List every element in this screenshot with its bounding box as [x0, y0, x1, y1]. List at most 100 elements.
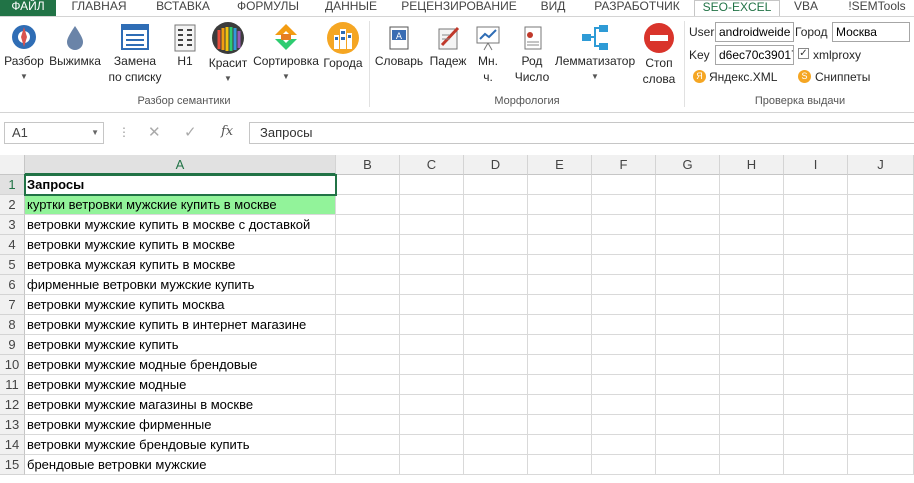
- goroda-button[interactable]: Города: [320, 21, 366, 71]
- empty-cell[interactable]: [720, 295, 784, 315]
- cancel-icon[interactable]: ✕: [148, 123, 161, 141]
- column-header[interactable]: B: [336, 155, 400, 175]
- empty-cell[interactable]: [848, 215, 914, 235]
- empty-cell[interactable]: [656, 275, 720, 295]
- empty-cell[interactable]: [720, 195, 784, 215]
- empty-cell[interactable]: [400, 195, 464, 215]
- empty-cell[interactable]: [400, 355, 464, 375]
- empty-cell[interactable]: [400, 395, 464, 415]
- empty-cell[interactable]: [656, 355, 720, 375]
- empty-cell[interactable]: [528, 215, 592, 235]
- empty-cell[interactable]: [464, 195, 528, 215]
- xmlproxy-checkbox[interactable]: ✓: [798, 48, 809, 59]
- snippets-button[interactable]: Сниппеты: [815, 70, 870, 84]
- empty-cell[interactable]: [848, 435, 914, 455]
- empty-cell[interactable]: [720, 435, 784, 455]
- empty-cell[interactable]: [336, 275, 400, 295]
- row-header[interactable]: 3: [0, 215, 25, 235]
- empty-cell[interactable]: [848, 375, 914, 395]
- tab-developer[interactable]: РАЗРАБОТЧИК: [588, 0, 686, 16]
- empty-cell[interactable]: [528, 255, 592, 275]
- stop-slova-button[interactable]: Стоп слова: [638, 21, 680, 87]
- row-header[interactable]: 15: [0, 455, 25, 475]
- empty-cell[interactable]: [336, 395, 400, 415]
- empty-cell[interactable]: [528, 435, 592, 455]
- empty-cell[interactable]: [784, 435, 848, 455]
- row-header[interactable]: 6: [0, 275, 25, 295]
- empty-cell[interactable]: [336, 435, 400, 455]
- empty-cell[interactable]: [464, 415, 528, 435]
- cell-query[interactable]: ветровки мужские купить в москве: [25, 235, 336, 255]
- empty-cell[interactable]: [656, 295, 720, 315]
- empty-cell[interactable]: [784, 235, 848, 255]
- krasit-button[interactable]: Красит ▼: [205, 21, 251, 87]
- empty-cell[interactable]: [400, 235, 464, 255]
- column-header[interactable]: E: [528, 155, 592, 175]
- empty-cell[interactable]: [656, 195, 720, 215]
- chevron-down-icon[interactable]: ▼: [91, 123, 99, 143]
- empty-cell[interactable]: [848, 255, 914, 275]
- slovar-button[interactable]: A Словарь: [372, 21, 426, 69]
- cell-query[interactable]: куртки ветровки мужские купить в москве: [25, 195, 336, 215]
- empty-cell[interactable]: [528, 275, 592, 295]
- key-input[interactable]: d6ec70c39017: [715, 45, 794, 65]
- column-header[interactable]: D: [464, 155, 528, 175]
- empty-cell[interactable]: [848, 335, 914, 355]
- column-header[interactable]: H: [720, 155, 784, 175]
- column-header[interactable]: F: [592, 155, 656, 175]
- empty-cell[interactable]: [400, 455, 464, 475]
- formula-input[interactable]: Запросы: [249, 122, 914, 144]
- zamena-button[interactable]: Замена по списку: [104, 21, 166, 85]
- empty-cell[interactable]: [848, 195, 914, 215]
- empty-cell[interactable]: [528, 455, 592, 475]
- empty-cell[interactable]: [592, 375, 656, 395]
- city-input[interactable]: Москва: [832, 22, 910, 42]
- empty-cell[interactable]: [336, 335, 400, 355]
- empty-cell[interactable]: [656, 335, 720, 355]
- cell-query[interactable]: ветровки мужские модные: [25, 375, 336, 395]
- empty-cell[interactable]: [592, 415, 656, 435]
- empty-cell[interactable]: [528, 235, 592, 255]
- mnch-button[interactable]: Мн. ч.: [472, 21, 504, 85]
- empty-cell[interactable]: [336, 455, 400, 475]
- h1-button[interactable]: H1: [168, 21, 202, 69]
- empty-cell[interactable]: [720, 215, 784, 235]
- row-header[interactable]: 13: [0, 415, 25, 435]
- tab-formulas[interactable]: ФОРМУЛЫ: [231, 0, 305, 16]
- empty-cell[interactable]: [592, 215, 656, 235]
- tab-insert[interactable]: ВСТАВКА: [150, 0, 216, 16]
- row-header[interactable]: 11: [0, 375, 25, 395]
- empty-cell[interactable]: [528, 175, 592, 195]
- cell-a1-header[interactable]: Запросы: [25, 175, 336, 195]
- empty-cell[interactable]: [848, 175, 914, 195]
- empty-cell[interactable]: [336, 355, 400, 375]
- empty-cell[interactable]: [592, 195, 656, 215]
- empty-cell[interactable]: [528, 395, 592, 415]
- empty-cell[interactable]: [720, 175, 784, 195]
- empty-cell[interactable]: [464, 275, 528, 295]
- empty-cell[interactable]: [400, 215, 464, 235]
- empty-cell[interactable]: [656, 235, 720, 255]
- lemmatizator-button[interactable]: Лемматизатор ▼: [554, 21, 636, 85]
- empty-cell[interactable]: [784, 335, 848, 355]
- empty-cell[interactable]: [592, 335, 656, 355]
- column-header[interactable]: A: [25, 155, 336, 175]
- empty-cell[interactable]: [848, 455, 914, 475]
- cell-query[interactable]: ветровки мужские магазины в москве: [25, 395, 336, 415]
- empty-cell[interactable]: [784, 175, 848, 195]
- empty-cell[interactable]: [464, 255, 528, 275]
- empty-cell[interactable]: [848, 315, 914, 335]
- empty-cell[interactable]: [784, 395, 848, 415]
- empty-cell[interactable]: [784, 215, 848, 235]
- empty-cell[interactable]: [464, 335, 528, 355]
- rod-button[interactable]: Род Число: [510, 21, 554, 85]
- user-input[interactable]: androidweide: [715, 22, 794, 42]
- cell-query[interactable]: ветровки мужские фирменные: [25, 415, 336, 435]
- empty-cell[interactable]: [464, 235, 528, 255]
- empty-cell[interactable]: [720, 455, 784, 475]
- column-header[interactable]: G: [656, 155, 720, 175]
- tab-semtools[interactable]: !SEMTools: [840, 0, 914, 16]
- empty-cell[interactable]: [336, 415, 400, 435]
- empty-cell[interactable]: [784, 355, 848, 375]
- cell-query[interactable]: ветровки мужские купить: [25, 335, 336, 355]
